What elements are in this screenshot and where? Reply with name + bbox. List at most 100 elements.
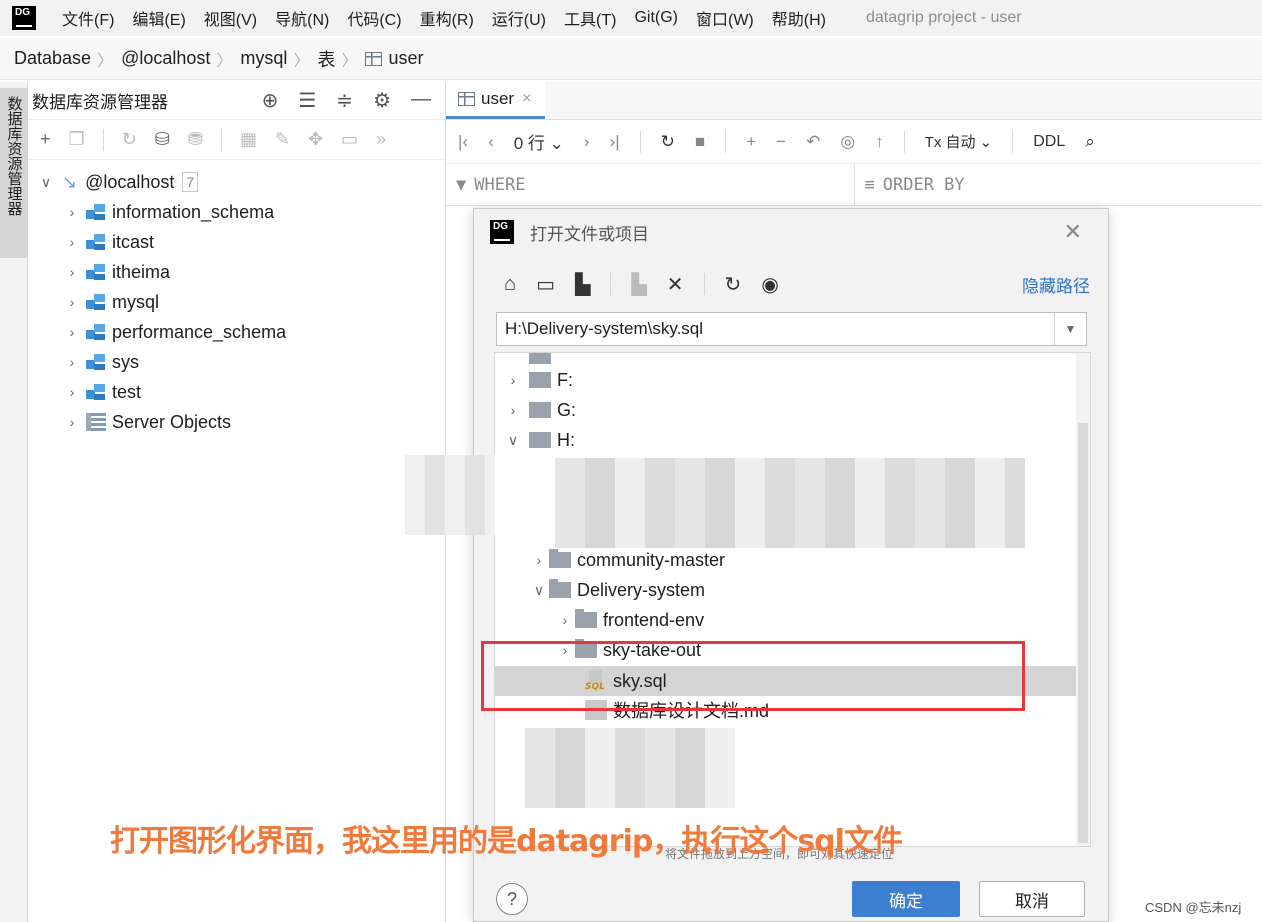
new-folder-icon[interactable]: ▙ [631, 272, 646, 297]
chevron-right-icon[interactable]: › [555, 612, 575, 628]
copy-icon[interactable]: ❐ [69, 129, 85, 150]
tree-root-localhost[interactable]: ∨ ↘ @localhost 7 [36, 167, 199, 197]
search-icon[interactable]: ⌕ [1085, 132, 1095, 152]
tree-item-itcast[interactable]: › itcast [62, 227, 154, 257]
chevron-right-icon[interactable]: › [62, 294, 82, 310]
chevron-down-icon[interactable]: ∨ [36, 174, 56, 191]
more-icon[interactable]: » [376, 129, 386, 150]
tree-item-performance-schema[interactable]: › performance_schema [62, 317, 286, 347]
tree-item-information-schema[interactable]: › information_schema [62, 197, 274, 227]
breadcrumb-user[interactable]: user [388, 48, 423, 69]
tx-mode-dropdown[interactable]: Tx 自动 ⌄ [925, 131, 993, 152]
chevron-right-icon[interactable]: › [62, 264, 82, 280]
chevron-right-icon[interactable]: › [503, 402, 523, 418]
collapse-all-icon[interactable]: ≑ [336, 88, 353, 113]
breadcrumb-localhost[interactable]: @localhost [121, 48, 210, 69]
order-by-filter[interactable]: ≡ ORDER BY [853, 164, 1262, 205]
project-folder-icon[interactable]: ▙ [575, 272, 590, 297]
submit-icon[interactable]: ↑ [875, 132, 884, 152]
menu-git[interactable]: Git(G) [634, 9, 678, 27]
pixelated-redaction [405, 455, 495, 535]
edit-icon[interactable]: ✎ [275, 129, 290, 150]
hide-path-link[interactable]: 隐藏路径 [1022, 272, 1090, 297]
jump-icon[interactable]: ✥ [308, 129, 323, 150]
menu-run[interactable]: 运行(U) [492, 6, 546, 30]
tree-item-mysql[interactable]: › mysql [62, 287, 159, 317]
revert-icon[interactable]: ↶ [806, 132, 820, 152]
prev-page-icon[interactable]: ‹ [488, 132, 494, 152]
menu-help[interactable]: 帮助(H) [772, 6, 826, 30]
chevron-right-icon[interactable]: › [62, 354, 82, 370]
tree-item-drive-f[interactable]: › F: [503, 365, 1090, 395]
menu-edit[interactable]: 编辑(E) [132, 6, 185, 30]
path-input[interactable]: H:\Delivery-system\sky.sql ▼ [496, 312, 1087, 346]
db-stop-icon[interactable]: ⛃ [188, 129, 203, 150]
tree-item-server-objects[interactable]: › Server Objects [62, 407, 231, 437]
cancel-button[interactable]: 取消 [979, 881, 1085, 917]
minimize-icon[interactable]: — [411, 88, 431, 113]
gear-icon[interactable]: ⚙ [373, 88, 391, 113]
first-page-icon[interactable]: |‹ [458, 132, 468, 152]
ok-button[interactable]: 确定 [852, 881, 960, 917]
console-icon[interactable]: ▭ [341, 129, 358, 150]
refresh-icon[interactable]: ↻ [725, 272, 742, 297]
last-page-icon[interactable]: ›| [610, 132, 620, 152]
menu-file[interactable]: 文件(F) [62, 6, 114, 30]
server-objects-icon [86, 413, 106, 431]
chevron-down-icon[interactable]: ▼ [1054, 313, 1086, 345]
stop-icon[interactable]: ■ [695, 132, 705, 152]
tab-user[interactable]: user × [446, 81, 546, 119]
ddl-button[interactable]: DDL [1033, 133, 1065, 151]
preview-icon[interactable]: ◎ [840, 132, 855, 152]
menu-code[interactable]: 代码(C) [347, 6, 401, 30]
chevron-down-icon[interactable]: ∨ [503, 432, 523, 449]
reload-icon[interactable]: ↻ [661, 132, 675, 152]
chevron-right-icon[interactable]: › [503, 372, 523, 388]
tree-item-delivery-system[interactable]: ∨ Delivery-system [529, 575, 1090, 605]
chevron-right-icon[interactable]: › [529, 552, 549, 568]
chevron-right-icon[interactable]: › [62, 204, 82, 220]
next-page-icon[interactable]: › [584, 132, 590, 152]
db-settings-icon[interactable]: ⛁ [155, 129, 170, 150]
menu-tools[interactable]: 工具(T) [564, 6, 616, 30]
add-icon[interactable]: + [40, 129, 51, 150]
tree-item-drive-g[interactable]: › G: [503, 395, 1090, 425]
database-explorer-tool-tab[interactable]: 数据库资源管理器 [0, 88, 28, 258]
menu-window[interactable]: 窗口(W) [696, 6, 754, 30]
tree-item-drive-h[interactable]: ∨ H: [503, 425, 1090, 455]
breadcrumb-mysql[interactable]: mysql [240, 48, 287, 69]
chevron-right-icon[interactable]: › [62, 234, 82, 250]
delete-row-icon[interactable]: − [776, 132, 786, 152]
table-view-icon[interactable]: ▦ [240, 129, 257, 150]
breadcrumb-tables[interactable]: 表 [317, 46, 335, 72]
chevron-right-icon[interactable]: › [62, 324, 82, 340]
menu-navigate[interactable]: 导航(N) [275, 6, 329, 30]
expand-all-icon[interactable]: ☰ [298, 88, 316, 113]
row-count-dropdown[interactable]: 0 行 ⌄ [514, 129, 564, 154]
help-button[interactable]: ? [496, 883, 528, 915]
menu-view[interactable]: 视图(V) [204, 6, 257, 30]
show-hidden-icon[interactable]: ◉ [761, 272, 778, 297]
chevron-right-icon[interactable]: › [62, 414, 82, 430]
tree-item-itheima[interactable]: › itheima [62, 257, 170, 287]
refresh-icon[interactable]: ↻ [122, 129, 137, 150]
tree-item-test[interactable]: › test [62, 377, 141, 407]
order-by-label: ORDER BY [882, 174, 965, 195]
target-icon[interactable]: ⊕ [262, 88, 279, 113]
chevron-right-icon[interactable]: › [62, 384, 82, 400]
tree-item-community-master[interactable]: › community-master [529, 545, 1090, 575]
close-icon[interactable]: ✕ [1064, 219, 1082, 245]
scrollbar-thumb[interactable] [1078, 423, 1088, 843]
breadcrumb-database[interactable]: Database [14, 48, 91, 69]
chevron-down-icon[interactable]: ∨ [529, 582, 549, 599]
desktop-icon[interactable]: ▭ [536, 272, 555, 297]
where-filter[interactable]: ▼ WHERE [446, 164, 854, 205]
tree-item-frontend-env[interactable]: › frontend-env [555, 605, 1090, 635]
menu-refactor[interactable]: 重构(R) [420, 6, 474, 30]
tree-item-sys[interactable]: › sys [62, 347, 139, 377]
add-row-icon[interactable]: + [746, 132, 756, 152]
home-icon[interactable]: ⌂ [504, 273, 516, 296]
delete-icon[interactable]: ✕ [667, 272, 684, 297]
scrollbar[interactable] [1076, 353, 1090, 846]
close-icon[interactable]: × [522, 90, 531, 108]
